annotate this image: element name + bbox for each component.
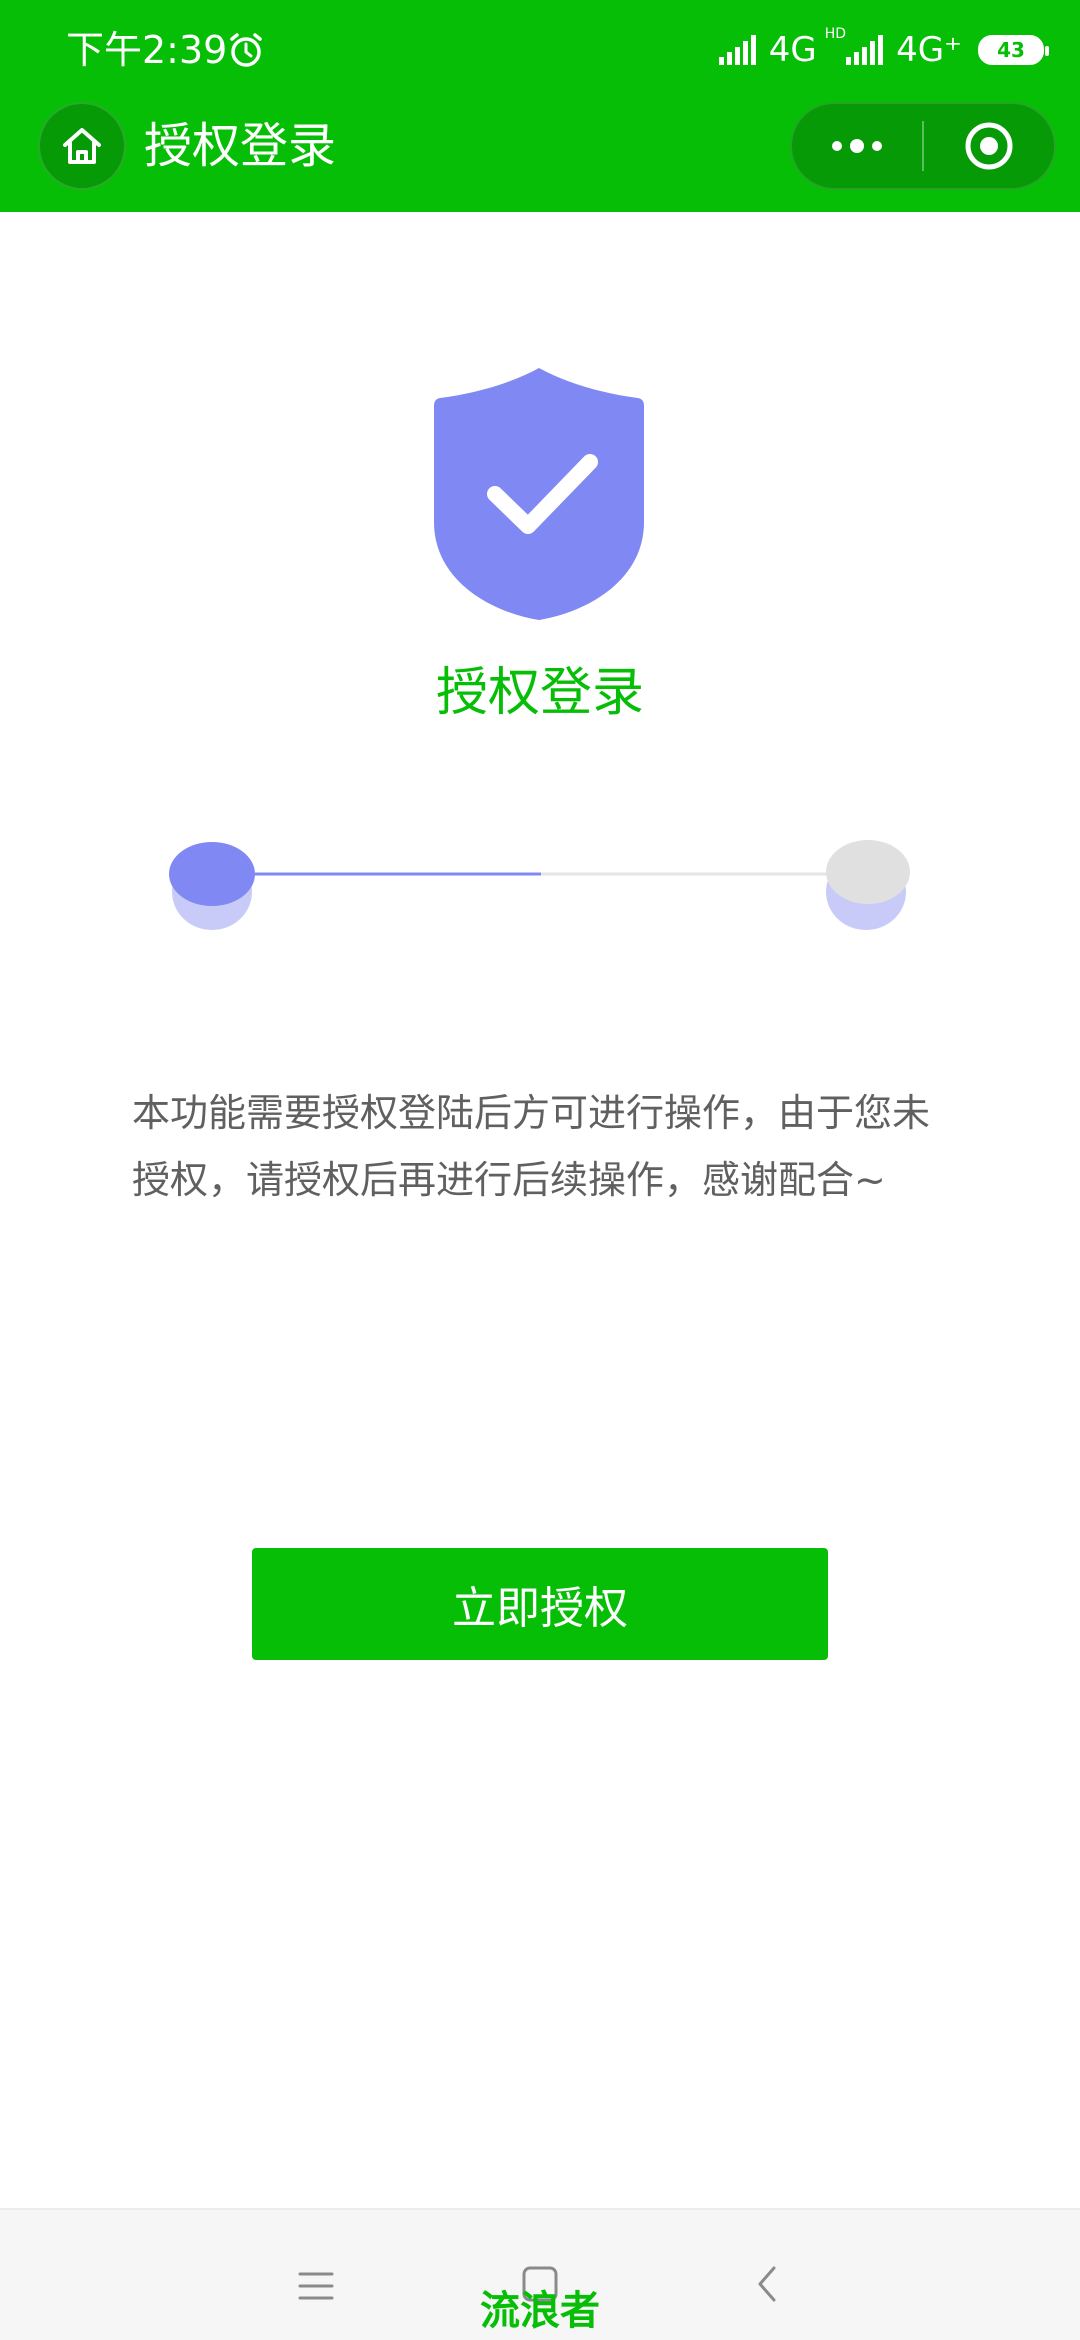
auth-description: 本功能需要授权登陆后方可进行操作，由于您未授权，请授权后再进行后续操作，感谢配合… xyxy=(132,1091,931,1202)
authorization-progress xyxy=(169,840,910,930)
home-button[interactable] xyxy=(38,102,126,190)
screen: 下午2:39 4G HD 4G⁺ 43 授权登录 授权登录 本功能需要授权登陆后… xyxy=(0,0,1080,2340)
progress-end-dot xyxy=(826,840,910,930)
more-dots-icon xyxy=(832,139,882,153)
shield-check-icon xyxy=(434,368,644,620)
signal-bars-icon xyxy=(718,35,756,65)
target-circle-icon xyxy=(965,122,1013,170)
nav-title: 授权登录 xyxy=(144,118,337,174)
watermark-text: 流浪者 xyxy=(480,2288,600,2334)
network-type-2: 4G⁺ xyxy=(896,30,962,70)
network-type-1: 4G xyxy=(768,30,817,70)
mini-program-capsule xyxy=(790,102,1056,190)
authorize-button[interactable]: 立即授权 xyxy=(252,1548,828,1660)
more-button[interactable] xyxy=(792,104,922,188)
close-button[interactable] xyxy=(924,104,1054,188)
progress-start-dot xyxy=(169,842,255,930)
page-title: 授权登录 xyxy=(435,663,644,723)
hd-tag: HD xyxy=(824,26,847,42)
home-icon xyxy=(63,128,101,164)
signal-bars-icon xyxy=(846,35,884,65)
battery-indicator: 43 xyxy=(978,35,1049,65)
status-indicators: 4G HD 4G⁺ 43 xyxy=(717,24,1049,76)
alarm-clock-icon xyxy=(230,33,262,67)
header: 下午2:39 4G HD 4G⁺ 43 授权登录 xyxy=(0,0,1080,212)
status-time: 下午2:39 xyxy=(66,28,228,72)
